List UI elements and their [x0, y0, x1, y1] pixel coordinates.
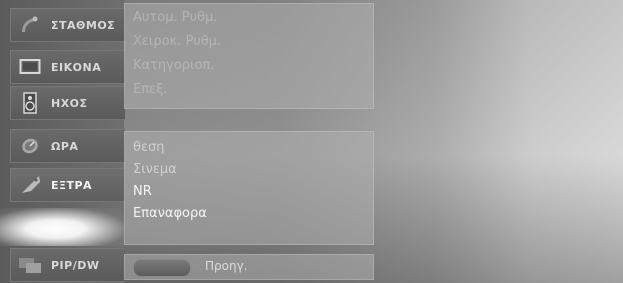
- sidebar-item-station[interactable]: ΣΤΑΘΜΟΣ: [10, 8, 125, 42]
- sidebar-item-label: ΣΤΑΘΜΟΣ: [51, 18, 116, 32]
- sidebar-item-sound[interactable]: ΗΧΟΣ: [10, 86, 125, 120]
- station-submenu-panel: Αυτομ. Ρυθμ. Χειροκ. Ρυθμ. Κατηγοριοπ. Ε…: [124, 3, 374, 109]
- list-item[interactable]: Επεξ.: [133, 82, 167, 97]
- prev-label: Προηγ.: [205, 259, 248, 273]
- sidebar-item-label: ΩΡΑ: [51, 139, 79, 153]
- speaker-icon: [17, 92, 43, 114]
- extra-submenu-panel: θεση Σινεμα NR Επαναφορα: [124, 131, 374, 245]
- list-item[interactable]: NR: [133, 184, 152, 199]
- list-item[interactable]: Κατηγοριοπ.: [133, 58, 214, 73]
- sidebar-item-picture[interactable]: ΕΙΚΟΝΑ: [10, 50, 125, 84]
- list-item[interactable]: Σινεμα: [133, 162, 177, 177]
- list-item[interactable]: Αυτομ. Ρυθμ.: [133, 10, 217, 25]
- list-item[interactable]: θεση: [133, 140, 164, 155]
- pip-windows-icon: [17, 254, 43, 276]
- picture-screen-icon: [17, 56, 43, 78]
- selection-glow: [0, 208, 124, 246]
- sidebar-item-label: PIP/DW: [51, 258, 100, 272]
- satellite-dish-icon: [17, 14, 43, 36]
- list-item[interactable]: Επαναφορα: [133, 206, 207, 221]
- sidebar-item-label: ΕΞΤΡΑ: [51, 178, 93, 192]
- sidebar: ΣΤΑΘΜΟΣ ΕΙΚΟΝΑ ΗΧΟΣ ΩΡΑ ΕΞΤΡΑ PIP/DW: [0, 0, 125, 283]
- prev-button-icon[interactable]: [133, 259, 191, 277]
- sidebar-item-time[interactable]: ΩΡΑ: [10, 129, 125, 163]
- sidebar-item-extra[interactable]: ΕΞΤΡΑ: [10, 168, 125, 202]
- sidebar-item-pip[interactable]: PIP/DW: [10, 248, 125, 282]
- sidebar-item-label: ΕΙΚΟΝΑ: [51, 60, 102, 74]
- list-item[interactable]: Χειροκ. Ρυθμ.: [133, 34, 221, 49]
- tag-icon: [17, 174, 43, 196]
- sidebar-item-label: ΗΧΟΣ: [51, 96, 88, 110]
- help-bar: Προηγ.: [124, 254, 374, 280]
- tv-osd-screen: ΣΤΑΘΜΟΣ ΕΙΚΟΝΑ ΗΧΟΣ ΩΡΑ ΕΞΤΡΑ PIP/DW Αυτ…: [0, 0, 623, 283]
- clock-icon: [17, 135, 43, 157]
